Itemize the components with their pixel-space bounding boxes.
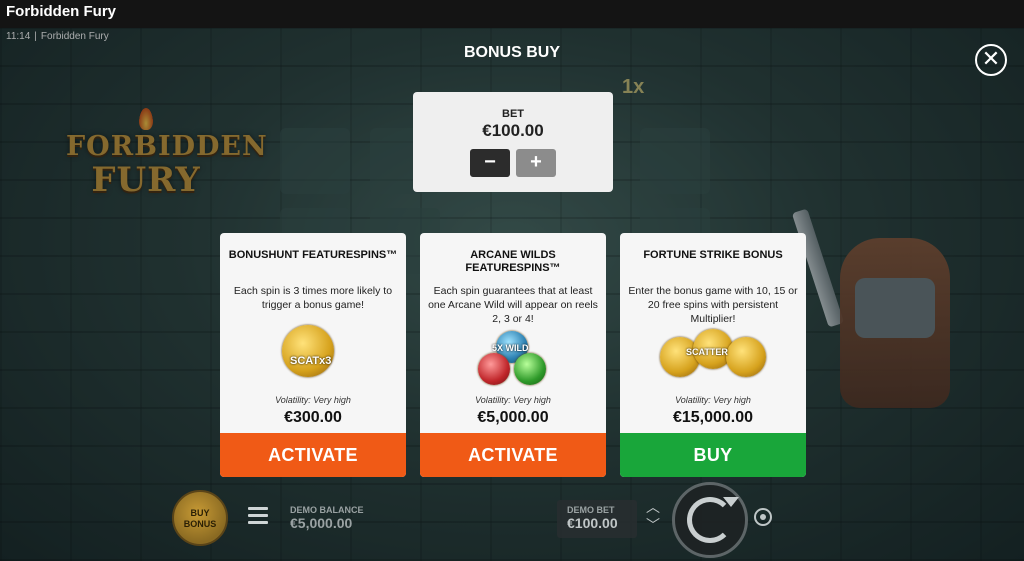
card-title: FORTUNE STRIKE BONUS (643, 249, 783, 261)
card-art-text: SCATx3 (290, 355, 332, 367)
menu-icon[interactable] (248, 507, 268, 525)
card-volatility: Volatility: Very high (475, 395, 551, 405)
card-price: €15,000.00 (672, 409, 754, 426)
card-description: Each spin guarantees that at least one A… (428, 285, 598, 325)
bonus-buy-title: BONUS BUY (463, 44, 560, 61)
chevron-up-icon[interactable]: ︿ (646, 500, 660, 514)
card-price: €300.00 (284, 409, 342, 426)
window-titlebar: Forbidden Fury (0, 0, 1024, 28)
bonus-card-arcane-wilds: ARCANE WILDS FEATURESPINS™ Each spin gua… (420, 233, 606, 477)
bonus-card-bonushunt: BONUSHUNT FEATURESPINS™ Each spin is 3 t… (220, 233, 406, 477)
buy-button[interactable]: BUY (620, 433, 806, 477)
card-description: Each spin is 3 times more likely to trig… (233, 285, 393, 311)
window-title: Forbidden Fury (6, 3, 116, 20)
bonus-card-fortune-strike: FORTUNE STRIKE BONUS Enter the bonus gam… (620, 233, 806, 477)
demo-bet-value: €100.00 (567, 515, 618, 531)
demo-bet-display[interactable]: DEMO BET €100.00 (557, 500, 637, 538)
spin-arrow-tip (723, 497, 739, 507)
balance-value: €5,000.00 (290, 515, 353, 531)
card-volatility: Volatility: Very high (275, 395, 351, 405)
balance-label: DEMO BALANCE (290, 505, 364, 515)
card-price: €5,000.00 (477, 409, 549, 426)
activate-button[interactable]: ACTIVATE (220, 433, 406, 477)
autoplay-icon[interactable] (754, 508, 772, 526)
activate-button[interactable]: ACTIVATE (420, 433, 606, 477)
bet-selector: BET €100.00 − + (413, 92, 613, 192)
demo-bet-label: DEMO BET (567, 505, 615, 515)
card-title: BONUSHUNT FEATURESPINS™ (228, 249, 398, 261)
card-art-text: 5X WILD (492, 343, 529, 353)
card-description: Enter the bonus game with 10, 15 or 20 f… (628, 285, 798, 325)
card-art-text: SCATTER (686, 347, 728, 357)
bet-value: €100.00 (482, 121, 544, 140)
scatter-coins-icon: SCATTER (620, 325, 806, 385)
bet-increase-button[interactable]: + (516, 149, 556, 177)
buy-bonus-button[interactable]: BUY BONUS (172, 490, 228, 546)
bet-decrease-button[interactable]: − (470, 149, 510, 177)
wild-coins-icon: 5X WILD (420, 331, 606, 391)
spin-button[interactable] (672, 482, 748, 558)
close-icon[interactable]: ✕ (975, 44, 1007, 76)
scatter-coin-icon: SCATx3 (220, 325, 406, 385)
card-volatility: Volatility: Very high (675, 395, 751, 405)
card-title: ARCANE WILDS FEATURESPINS™ (465, 249, 561, 274)
bet-label: BET (502, 108, 524, 120)
chevron-down-icon[interactable]: ﹀ (646, 518, 660, 532)
